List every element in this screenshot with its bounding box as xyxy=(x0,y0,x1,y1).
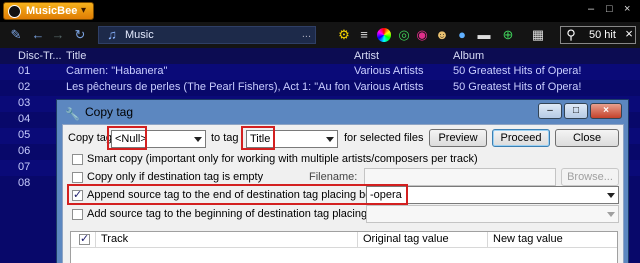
column-disc-track[interactable]: Disc-Tr... xyxy=(18,50,62,62)
proceed-button[interactable]: Proceed xyxy=(492,129,550,147)
maximize-button[interactable]: □ xyxy=(606,3,613,15)
copy-tag-dialog: 🔧 Copy tag – □ × Copy tag <Null> to tag T… xyxy=(56,99,629,263)
dialog-titlebar: 🔧 Copy tag xyxy=(65,105,133,123)
dropdown-arrow-icon xyxy=(607,212,615,217)
app-title: MusicBee xyxy=(26,5,78,17)
smart-copy-label: Smart copy (important only for working w… xyxy=(87,153,478,165)
close-window-button[interactable]: × xyxy=(624,3,630,15)
radio-icon[interactable]: ◉ xyxy=(414,27,430,43)
dropdown-arrow-icon xyxy=(607,193,615,198)
back-arrow-icon[interactable]: ← xyxy=(30,27,46,43)
cell-title: Les pêcheurs de perles (The Pearl Fisher… xyxy=(66,81,350,93)
visualizer-icon[interactable]: ◎ xyxy=(396,27,412,43)
grid-select-all-checkbox[interactable] xyxy=(79,232,90,245)
disc-icon[interactable]: ● xyxy=(454,27,470,43)
dialog-close-icon[interactable]: × xyxy=(590,103,622,119)
grid-separator xyxy=(95,232,96,247)
app-titlebar: MusicBee ▾ – □ × xyxy=(0,0,640,22)
grid-header-divider xyxy=(71,247,617,248)
refresh-icon[interactable]: ↻ xyxy=(72,27,88,43)
cell-album: 50 Greatest Hits of Opera! xyxy=(453,81,582,93)
highlight-box-append xyxy=(67,184,408,205)
settings-gear-icon[interactable]: ⚙ xyxy=(336,27,352,43)
cell-album: 50 Greatest Hits of Opera! xyxy=(453,65,582,77)
grid-column-track[interactable]: Track xyxy=(101,233,128,245)
dialog-minimize-button[interactable]: – xyxy=(538,103,562,119)
app-menu-button[interactable]: MusicBee ▾ xyxy=(3,2,94,20)
forward-arrow-icon[interactable]: → xyxy=(50,27,66,43)
table-row[interactable]: 02 Les pêcheurs de perles (The Pearl Fish… xyxy=(0,80,640,96)
wrench-icon: 🔧 xyxy=(65,107,80,121)
add-begin-separator-field[interactable] xyxy=(366,205,619,223)
dialog-body: Copy tag <Null> to tag Title for selecte… xyxy=(62,124,624,263)
copy-only-empty-checkbox[interactable] xyxy=(72,172,83,183)
cell-artist: Various Artists xyxy=(354,81,424,93)
highlight-box-source xyxy=(107,126,147,150)
track-list-header: Disc-Tr... Title Artist Album xyxy=(0,48,640,64)
browse-button[interactable]: Browse... xyxy=(561,168,619,186)
to-tag-label: to tag xyxy=(211,132,239,144)
smart-copy-checkbox[interactable] xyxy=(72,154,83,165)
close-button[interactable]: Close xyxy=(555,129,619,147)
color-wheel-icon[interactable] xyxy=(376,27,392,43)
table-row[interactable]: 01 Carmen: "Habanera" Various Artists 50 Gr… xyxy=(0,64,640,80)
music-note-icon: ♫ xyxy=(107,27,117,42)
search-input[interactable]: 50 hit xyxy=(589,29,616,41)
cell-title: Carmen: "Habanera" xyxy=(66,65,168,77)
dialog-window-controls: – □ × xyxy=(538,103,622,121)
search-icon: ⚲ xyxy=(566,27,576,42)
grid-column-new[interactable]: New tag value xyxy=(493,233,563,245)
column-artist[interactable]: Artist xyxy=(354,50,379,62)
cell-artist: Various Artists xyxy=(354,65,424,77)
chevron-down-icon: ▾ xyxy=(81,5,87,16)
sync-icon[interactable]: ▬ xyxy=(476,27,492,43)
copy-only-empty-label: Copy only if destination tag is empty xyxy=(87,171,264,183)
highlight-box-destination xyxy=(241,126,275,150)
user-icon[interactable]: ☻ xyxy=(434,27,450,43)
search-box[interactable]: ⚲ 50 hit × xyxy=(560,26,636,44)
add-icon[interactable]: ⊕ xyxy=(500,27,516,43)
dropdown-arrow-icon xyxy=(194,137,202,142)
column-album[interactable]: Album xyxy=(453,50,484,62)
location-bar[interactable]: ♫ Music ... xyxy=(98,26,316,44)
column-title[interactable]: Title xyxy=(66,50,86,62)
grid-separator xyxy=(487,232,488,247)
add-begin-checkbox[interactable] xyxy=(72,209,83,220)
edit-icon[interactable]: ✎ xyxy=(8,27,24,43)
layout-icon[interactable]: ▦ xyxy=(530,27,546,43)
minimize-button[interactable]: – xyxy=(588,3,594,15)
dropdown-arrow-icon xyxy=(326,137,334,142)
main-toolbar: ✎ ← → ↻ ♫ Music ... ⚙ ≡ ◎ ◉ ☻ ● ▬ ⊕ ▦ ⚲ … xyxy=(0,22,640,48)
cell-disc: 01 xyxy=(18,65,31,77)
for-selected-files-label: for selected files xyxy=(344,132,424,144)
dialog-maximize-button[interactable]: □ xyxy=(564,103,588,119)
clear-search-icon[interactable]: × xyxy=(621,26,637,42)
preview-grid: Track Original tag value New tag value xyxy=(70,231,618,263)
filename-label: Filename: xyxy=(309,171,358,183)
grid-separator xyxy=(357,232,358,247)
preview-button[interactable]: Preview xyxy=(429,129,487,147)
location-label: Music xyxy=(125,29,154,41)
dialog-title: Copy tag xyxy=(85,105,134,119)
cell-disc: 02 xyxy=(18,81,31,93)
copy-tag-label: Copy tag xyxy=(68,132,113,144)
musicbee-logo-icon xyxy=(8,5,21,18)
location-ellipsis: ... xyxy=(301,28,311,40)
equalizer-icon[interactable]: ≡ xyxy=(356,27,372,43)
grid-column-original[interactable]: Original tag value xyxy=(363,233,449,245)
